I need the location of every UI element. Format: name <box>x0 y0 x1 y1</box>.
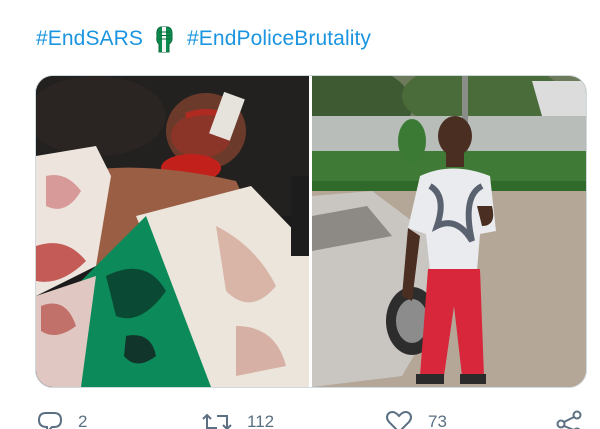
raised-fist-emoji-icon <box>153 24 175 54</box>
reply-count: 2 <box>78 412 88 429</box>
media-grid <box>35 75 587 388</box>
tweet-action-bar: 2 112 73 <box>0 402 600 429</box>
young-man-standing-photo[interactable] <box>312 76 586 387</box>
hashtag-endsars[interactable]: #EndSARS <box>36 27 143 51</box>
retweet-action[interactable]: 112 <box>201 410 274 429</box>
reply-action[interactable]: 2 <box>36 410 87 429</box>
like-count: 73 <box>428 412 447 429</box>
like-action[interactable]: 73 <box>384 410 447 429</box>
tweet-card: #EndSARS #EndPoliceBrutality 2 112 73 <box>0 0 600 429</box>
tweet-text: #EndSARS #EndPoliceBrutality <box>36 24 371 54</box>
reply-icon[interactable] <box>36 410 64 429</box>
retweet-count: 112 <box>247 412 275 429</box>
retweet-icon[interactable] <box>201 410 233 429</box>
share-action[interactable] <box>554 410 584 429</box>
share-icon[interactable] <box>554 410 584 429</box>
injured-man-photo[interactable] <box>36 76 309 387</box>
heart-icon[interactable] <box>384 410 414 429</box>
hashtag-endpolicebrutality[interactable]: #EndPoliceBrutality <box>187 27 371 51</box>
